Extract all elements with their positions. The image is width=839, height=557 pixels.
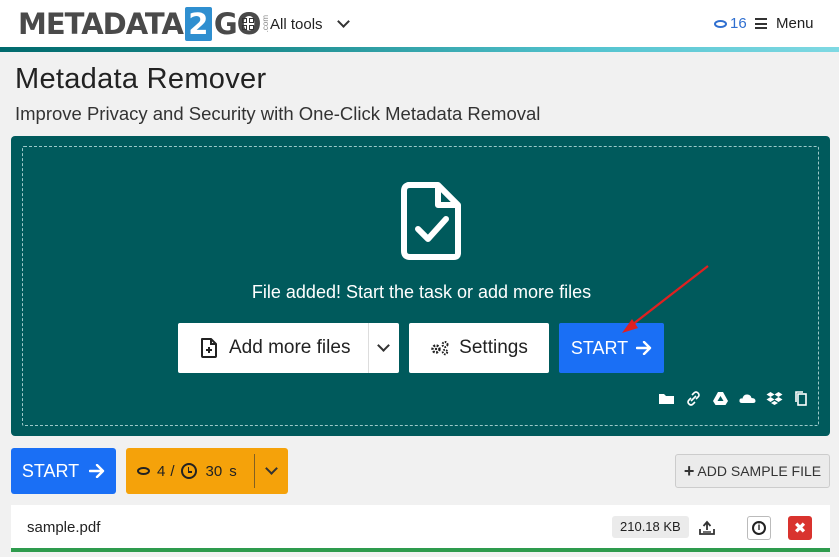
dropbox-icon[interactable] [766,391,783,406]
plus-icon: + [683,460,695,481]
start-label: START [570,337,629,358]
file-check-icon [401,182,461,260]
add-sample-file-label: ADD SAMPLE FILE [697,463,822,479]
info-icon: i [752,521,766,535]
folder-icon[interactable] [658,391,675,406]
menu-button[interactable]: Menu [755,15,814,32]
download-tray-icon[interactable] [695,516,719,540]
arrow-right-icon [89,464,105,478]
credit-cost: 4 [157,462,166,480]
logo-number-badge: 2 [184,7,212,41]
coin-icon [137,467,150,475]
time-unit: s [229,462,237,480]
hamburger-icon [755,18,767,29]
import-sources [658,391,810,406]
cost-summary: 4 / 30 s [126,463,237,480]
time-value: 30 [205,462,223,480]
credits-counter[interactable]: 16 [714,15,747,32]
page-title: Metadata Remover [15,63,267,95]
file-progress-bar [11,548,830,552]
all-tools-label: All tools [270,15,323,33]
clipboard-icon[interactable] [793,391,810,406]
logo-text-left: METADATA [18,7,184,41]
add-sample-file-button[interactable]: + ADD SAMPLE FILE [675,454,830,488]
gears-icon [431,341,449,356]
add-more-files-button[interactable]: Add more files [178,323,399,373]
grid-icon [242,17,255,31]
button-divider [368,323,369,373]
file-row: sample.pdf 210.18 KB i ✖ [11,505,830,550]
clock-icon [180,463,197,479]
close-icon: ✖ [793,520,807,537]
file-plus-icon [201,338,217,358]
all-tools-dropdown[interactable]: All tools [242,13,350,35]
start-button[interactable]: START [11,448,116,494]
remove-file-button[interactable]: ✖ [788,516,812,540]
page-subtitle: Improve Privacy and Security with One-Cl… [15,103,541,124]
chevron-down-icon[interactable] [377,339,390,352]
settings-label: Settings [459,337,528,358]
link-icon[interactable] [685,391,702,406]
onedrive-icon[interactable] [739,391,756,406]
cost-separator: / [170,462,175,480]
file-name: sample.pdf [27,519,101,536]
coin-icon [714,19,727,28]
cost-options-button[interactable]: 4 / 30 s [126,448,288,494]
arrow-right-icon [636,341,652,355]
google-drive-icon[interactable] [712,391,729,406]
file-size-badge: 210.18 KB [612,516,689,538]
top-header: METADATA 2 GO .com All tools 16 Menu [0,0,839,48]
start-label: START [21,460,80,481]
settings-button[interactable]: Settings [409,323,549,373]
annotation-arrow-icon [622,265,709,333]
chevron-down-icon [336,15,350,28]
info-button[interactable]: i [747,516,771,540]
button-divider [254,454,255,488]
credits-count: 16 [730,15,747,32]
add-more-files-label: Add more files [229,337,351,358]
menu-label: Menu [776,15,814,32]
site-logo[interactable]: METADATA 2 GO .com [18,7,270,41]
chevron-down-icon[interactable] [265,462,278,475]
header-gradient-bar [0,47,839,52]
